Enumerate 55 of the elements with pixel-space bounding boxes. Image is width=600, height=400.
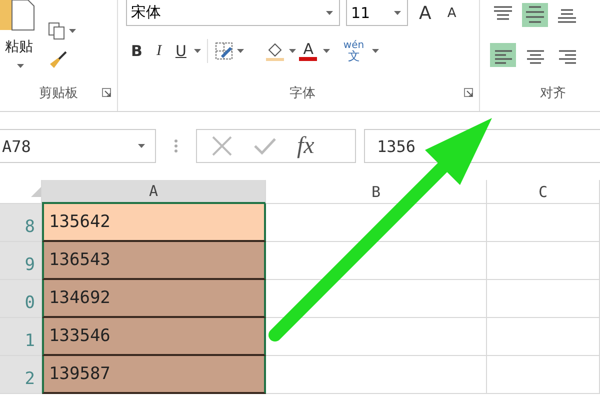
- table-cell[interactable]: [487, 356, 600, 394]
- font-color-button[interactable]: A: [296, 38, 320, 64]
- caret-icon[interactable]: [138, 144, 145, 148]
- caret-icon[interactable]: [326, 10, 333, 14]
- table-cell[interactable]: 133546: [42, 318, 266, 356]
- table-cell[interactable]: [266, 280, 487, 318]
- caret-icon[interactable]: [323, 49, 330, 53]
- italic-button[interactable]: I: [151, 38, 166, 64]
- dialog-launcher-icon[interactable]: [464, 88, 473, 97]
- dialog-launcher-icon[interactable]: [102, 88, 111, 97]
- table-cell[interactable]: [487, 280, 600, 318]
- paste-label[interactable]: 粘贴: [5, 38, 33, 56]
- group-label: 剪贴板: [39, 85, 78, 102]
- column-header[interactable]: B: [266, 180, 487, 204]
- borders-icon[interactable]: [214, 41, 234, 61]
- font-name-value: 宋体: [131, 3, 162, 22]
- shrink-font-button[interactable]: A: [442, 0, 462, 26]
- grow-font-button[interactable]: A: [414, 0, 436, 26]
- table-cell[interactable]: [487, 204, 600, 242]
- group-label: 字体: [290, 85, 316, 102]
- column-header[interactable]: A: [42, 180, 266, 204]
- align-left-button[interactable]: [490, 43, 516, 67]
- name-box[interactable]: A78: [0, 129, 156, 163]
- phonetic-button[interactable]: wén 文: [338, 38, 370, 64]
- caret-icon[interactable]: [194, 49, 202, 53]
- caret-icon[interactable]: [17, 64, 24, 68]
- table-cell[interactable]: [487, 318, 600, 356]
- table-cell[interactable]: 139587: [42, 356, 266, 394]
- table-cell[interactable]: [487, 242, 600, 280]
- table-cell[interactable]: [266, 204, 487, 242]
- underline-button[interactable]: U: [170, 38, 192, 64]
- caret-icon[interactable]: [237, 49, 244, 53]
- cell-reference: A78: [2, 136, 31, 156]
- caret-icon[interactable]: [394, 10, 401, 14]
- formula-value: 1356: [377, 136, 416, 156]
- table-cell[interactable]: [266, 242, 487, 280]
- font-size-field[interactable]: 11: [346, 0, 408, 26]
- table-cell[interactable]: 136543: [42, 242, 266, 280]
- table-cell[interactable]: 134692: [42, 280, 266, 318]
- font-name-field[interactable]: 宋体: [126, 0, 340, 26]
- bold-button[interactable]: B: [126, 38, 148, 64]
- copy-icon[interactable]: [48, 22, 66, 40]
- caret-icon[interactable]: [69, 29, 76, 33]
- table-cell[interactable]: [266, 356, 487, 394]
- check-icon[interactable]: [253, 136, 277, 156]
- insert-function-button[interactable]: fx: [297, 132, 314, 160]
- column-header[interactable]: C: [487, 180, 600, 204]
- grip-icon: [174, 138, 178, 154]
- group-label: 对齐: [540, 85, 566, 102]
- table-cell[interactable]: 135642: [42, 204, 266, 242]
- font-size-value: 11: [351, 4, 372, 22]
- caret-icon[interactable]: [289, 49, 296, 53]
- caret-icon[interactable]: [372, 49, 380, 53]
- align-middle-button[interactable]: [522, 3, 548, 27]
- table-cell[interactable]: [266, 318, 487, 356]
